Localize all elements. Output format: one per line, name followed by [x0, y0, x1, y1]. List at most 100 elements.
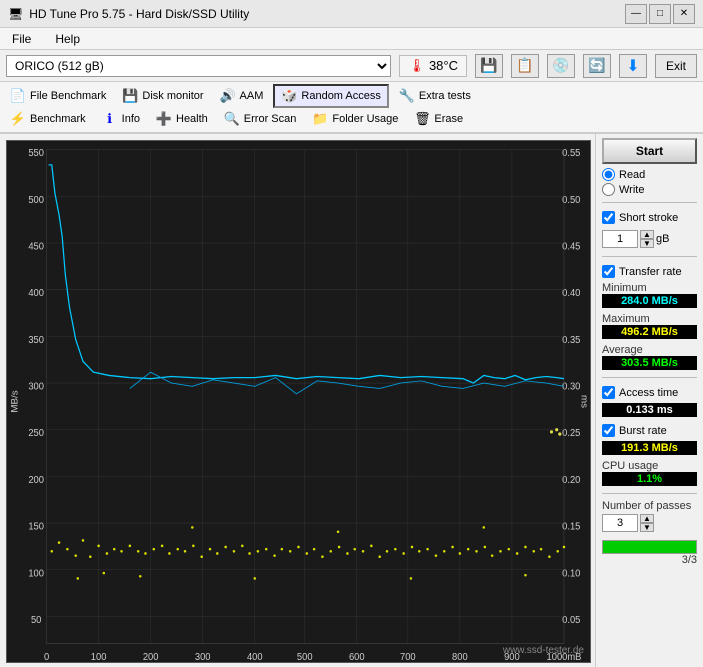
- divider-2: [602, 256, 697, 257]
- read-write-group: Read Write: [602, 168, 697, 196]
- toolbar-file-benchmark[interactable]: 📄 File Benchmark: [4, 84, 112, 108]
- write-radio-label[interactable]: Write: [602, 183, 697, 196]
- toolbar-benchmark[interactable]: ⚡ Benchmark: [4, 109, 92, 129]
- passes-spin-up[interactable]: ▲: [640, 514, 654, 523]
- icon-btn-4[interactable]: 🔄: [583, 54, 611, 78]
- icon-btn-2[interactable]: 📋: [511, 54, 539, 78]
- minimize-button[interactable]: —: [625, 4, 647, 24]
- svg-text:500: 500: [297, 652, 313, 662]
- cpu-usage-value: 1.1%: [602, 472, 697, 486]
- toolbar-random-access[interactable]: 🎲 Random Access: [273, 84, 388, 108]
- toolbar-disk-monitor[interactable]: 💾 Disk monitor: [116, 84, 209, 108]
- passes-input[interactable]: [602, 514, 638, 532]
- svg-text:200: 200: [143, 652, 159, 662]
- burst-rate-checkbox[interactable]: [602, 424, 615, 437]
- toolbar-health[interactable]: ➕ Health: [150, 109, 214, 129]
- short-stroke-check-label[interactable]: Short stroke: [602, 211, 697, 224]
- svg-text:300: 300: [195, 652, 211, 662]
- short-stroke-unit: gB: [656, 233, 669, 245]
- icon-btn-3[interactable]: 💿: [547, 54, 575, 78]
- main-content: 550 500 450 400 350 300 250 200 150 100 …: [0, 134, 703, 667]
- access-time-checkbox[interactable]: [602, 386, 615, 399]
- progress-bar-container: [602, 540, 697, 554]
- benchmark-icon: ⚡: [10, 111, 26, 127]
- divider-4: [602, 493, 697, 494]
- toolbar-benchmark-label: Benchmark: [30, 113, 86, 125]
- menu-bar: File Help: [0, 28, 703, 50]
- svg-text:400: 400: [28, 288, 44, 299]
- transfer-rate-check-label[interactable]: Transfer rate: [602, 265, 697, 278]
- exit-button[interactable]: Exit: [655, 54, 697, 78]
- title-bar-controls[interactable]: — □ ✕: [625, 4, 695, 24]
- short-stroke-spin-down[interactable]: ▼: [640, 239, 654, 248]
- temperature-display: 🌡 38°C: [399, 55, 467, 77]
- toolbar-error-scan[interactable]: 🔍 Error Scan: [218, 109, 303, 129]
- burst-rate-check-label[interactable]: Burst rate: [602, 424, 697, 437]
- toolbar-folder-usage[interactable]: 📁 Folder Usage: [306, 109, 404, 129]
- short-stroke-spin-up[interactable]: ▲: [640, 230, 654, 239]
- toolbar-row1: 📄 File Benchmark 💾 Disk monitor 🔊 AAM 🎲 …: [4, 84, 699, 108]
- device-selector[interactable]: ORICO (512 gB): [6, 55, 391, 77]
- maximum-section: Maximum 496.2 MB/s: [602, 313, 697, 340]
- watermark: www.ssd-tester.de: [503, 645, 584, 656]
- short-stroke-checkbox[interactable]: [602, 211, 615, 224]
- icon-btn-5[interactable]: ⬇: [619, 54, 647, 78]
- chart-area: 550 500 450 400 350 300 250 200 150 100 …: [0, 134, 595, 667]
- health-icon: ➕: [156, 111, 172, 127]
- svg-text:0: 0: [44, 652, 49, 662]
- transfer-rate-checkbox[interactable]: [602, 265, 615, 278]
- passes-spin-row: ▲ ▼: [602, 514, 697, 532]
- svg-text:350: 350: [28, 335, 44, 346]
- temperature-value: 38°C: [429, 58, 458, 73]
- svg-text:0.30: 0.30: [562, 381, 580, 392]
- menu-help[interactable]: Help: [51, 31, 84, 47]
- svg-text:800: 800: [452, 652, 468, 662]
- toolbar-aam-label: AAM: [240, 90, 264, 102]
- toolbar-random-access-label: Random Access: [301, 90, 380, 102]
- maximize-button[interactable]: □: [649, 4, 671, 24]
- extra-tests-icon: 🔧: [399, 88, 415, 104]
- svg-text:150: 150: [28, 521, 44, 532]
- read-radio[interactable]: [602, 168, 615, 181]
- short-stroke-input[interactable]: [602, 230, 638, 248]
- toolbar-aam[interactable]: 🔊 AAM: [214, 84, 270, 108]
- write-radio[interactable]: [602, 183, 615, 196]
- maximum-value: 496.2 MB/s: [602, 325, 697, 339]
- toolbar-info[interactable]: ℹ Info: [96, 109, 146, 129]
- cpu-usage-label: CPU usage: [602, 460, 697, 472]
- toolbar-extra-tests[interactable]: 🔧 Extra tests: [393, 84, 477, 108]
- burst-rate-label: Burst rate: [619, 425, 667, 437]
- app-title: HD Tune Pro 5.75 - Hard Disk/SSD Utility: [29, 7, 249, 21]
- minimum-section: Minimum 284.0 MB/s: [602, 282, 697, 309]
- svg-text:0.45: 0.45: [562, 241, 580, 252]
- svg-text:400: 400: [247, 652, 263, 662]
- svg-text:0.20: 0.20: [562, 475, 580, 486]
- close-button[interactable]: ✕: [673, 4, 695, 24]
- toolbar-info-label: Info: [122, 113, 140, 125]
- access-time-check-label[interactable]: Access time: [602, 386, 697, 399]
- svg-text:100: 100: [28, 568, 44, 579]
- cpu-section: CPU usage 1.1%: [602, 460, 697, 487]
- read-label: Read: [619, 169, 645, 181]
- spin-buttons: ▲ ▼: [640, 230, 654, 248]
- access-time-value: 0.133 ms: [602, 403, 697, 417]
- passes-spin-down[interactable]: ▼: [640, 523, 654, 532]
- info-icon: ℹ: [102, 111, 118, 127]
- average-value: 303.5 MB/s: [602, 356, 697, 370]
- toolbar-row2: ⚡ Benchmark ℹ Info ➕ Health 🔍 Error Scan…: [4, 109, 699, 129]
- svg-text:ms: ms: [579, 395, 590, 408]
- error-scan-icon: 🔍: [224, 111, 240, 127]
- svg-text:MB/s: MB/s: [10, 390, 21, 412]
- toolbar-disk-monitor-label: Disk monitor: [142, 90, 203, 102]
- toolbar-folder-usage-label: Folder Usage: [332, 113, 398, 125]
- chart-container: 550 500 450 400 350 300 250 200 150 100 …: [6, 140, 591, 663]
- svg-text:450: 450: [28, 241, 44, 252]
- svg-text:0.10: 0.10: [562, 568, 580, 579]
- toolbar-erase-label: Erase: [434, 113, 463, 125]
- icon-btn-1[interactable]: 💾: [475, 54, 503, 78]
- short-stroke-label: Short stroke: [619, 212, 678, 224]
- start-button[interactable]: Start: [602, 138, 697, 164]
- toolbar-erase[interactable]: 🗑 Erase: [408, 109, 469, 129]
- read-radio-label[interactable]: Read: [602, 168, 697, 181]
- menu-file[interactable]: File: [8, 31, 35, 47]
